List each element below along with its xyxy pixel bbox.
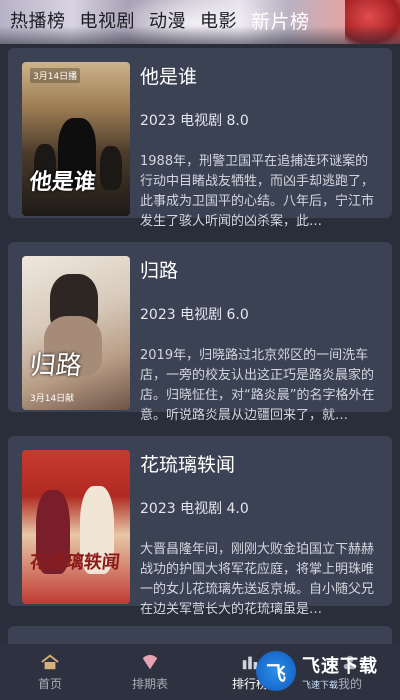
poster-figure <box>100 146 122 190</box>
list-item[interactable]: 花琉璃轶闻 花琉璃轶闻 2023 电视剧 4.0 大晋昌隆年间，刚刚大败金珀国立… <box>8 436 392 617</box>
poster-image: 花琉璃轶闻 <box>22 450 130 604</box>
item-description: 2019年，归晓路过北京郊区的一间洗车店，一旁的校友认出这正巧是路炎晨家的店。归… <box>140 348 375 423</box>
watermark-text: 飞速下载 <box>302 655 378 677</box>
schedule-icon <box>142 654 158 669</box>
watermark: 飞 飞速下载 飞速下载 <box>256 648 396 694</box>
category-tabs: 热播榜 电视剧 动漫 电影 新片榜 <box>0 0 400 40</box>
tab-tv[interactable]: 电视剧 <box>80 7 136 33</box>
tab-new[interactable]: 新片榜 <box>251 7 310 34</box>
poster-image: 归路 3月14日献 <box>22 256 130 410</box>
tab-movie[interactable]: 电影 <box>200 7 237 33</box>
poster-badge: 3月14日播 <box>30 68 81 83</box>
item-meta: 2023 电视剧 4.0 <box>140 501 249 517</box>
tab-hot[interactable]: 热播榜 <box>10 7 66 33</box>
poster-title: 花琉璃轶闻 <box>28 552 121 573</box>
item-description: 大晋昌隆年间，刚刚大败金珀国立下赫赫战功的护国大将军花应庭，将掌上明珠唯一的女儿… <box>140 542 375 617</box>
watermark-logo-icon: 飞 <box>256 651 296 691</box>
nav-schedule[interactable]: 排期表 <box>100 644 200 700</box>
nav-home-label: 首页 <box>37 676 62 691</box>
item-meta: 2023 电视剧 6.0 <box>140 307 249 323</box>
list-item[interactable]: 3月14日播 他是谁 他是谁 2023 电视剧 8.0 1988年，刑警卫国平在… <box>8 48 392 229</box>
poster-image: 3月14日播 他是谁 <box>22 62 130 216</box>
tab-anime[interactable]: 动漫 <box>149 7 186 33</box>
item-title: 归路 <box>140 260 179 282</box>
poster-date: 3月14日献 <box>30 394 75 404</box>
item-meta: 2023 电视剧 8.0 <box>140 113 249 129</box>
home-icon <box>41 654 59 669</box>
nav-schedule-label: 排期表 <box>131 676 168 691</box>
item-title: 他是谁 <box>140 66 198 88</box>
poster-title: 归路 <box>28 351 84 381</box>
item-title: 花琉璃轶闻 <box>140 454 236 476</box>
nav-home[interactable]: 首页 <box>0 644 100 700</box>
poster-title: 他是谁 <box>28 170 98 195</box>
item-description: 1988年，刑警卫国平在追捕连环谜案的行动中目睹战友牺牲，而凶手却逃跑了，此事成… <box>140 154 375 229</box>
watermark-subtext: 飞速下载 <box>302 680 339 691</box>
show-list: 3月14日播 他是谁 他是谁 2023 电视剧 8.0 1988年，刑警卫国平在… <box>8 48 392 630</box>
list-item[interactable]: 归路 3月14日献 归路 2023 电视剧 6.0 2019年，归晓路过北京郊区… <box>8 242 392 423</box>
